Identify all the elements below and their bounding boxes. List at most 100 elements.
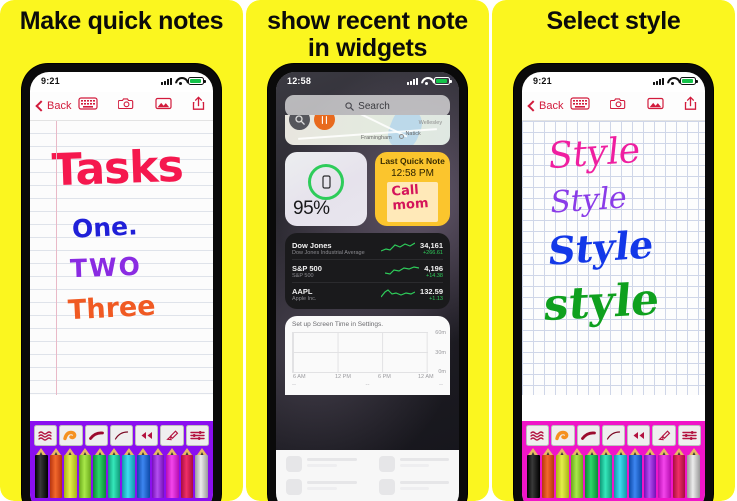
search-bar[interactable]: Search [285,95,450,117]
pencil-color-swatch[interactable] [570,448,585,498]
camera-icon[interactable] [117,97,135,115]
note-canvas[interactable]: Tasks One. TWO Three [30,121,213,395]
undo-icon[interactable] [135,425,159,446]
pencil-color-swatch[interactable] [628,448,643,498]
stock-sparkline [381,289,416,298]
widget-stack: Search Framingham Natick Wellesley 95% L… [276,95,459,395]
stock-symbol: Dow Jones [292,240,332,250]
color-pencil-tray [30,446,213,501]
pencil-color-swatch[interactable] [107,448,122,498]
battery-widget[interactable]: 95% [285,152,367,226]
map-label: Wellesley [418,120,443,126]
stock-symbol: AAPL [292,286,313,296]
settings-sliders-icon[interactable] [677,425,701,446]
pencil-color-swatch[interactable] [165,448,180,498]
pencil-color-swatch[interactable] [92,448,107,498]
placeholder-item [378,479,449,495]
pencil-color-swatch[interactable] [555,448,570,498]
pencil-color-swatch[interactable] [63,448,78,498]
pencil-color-swatch[interactable] [136,448,151,498]
undo-icon[interactable] [627,425,651,446]
stock-name-group: AAPL Apple Inc. [292,287,376,302]
maps-widget[interactable]: Framingham Natick Wellesley [285,115,450,145]
chart-y-label: 0m [438,369,446,375]
handwriting-stroke: Style [545,221,656,274]
stocks-widget[interactable]: Dow Jones Dow Jones Industrial Average 3… [285,233,450,309]
settings-sliders-icon[interactable] [185,425,209,446]
thick-curve-icon[interactable] [84,425,108,446]
pencil-color-swatch[interactable] [526,448,541,498]
dash-value: -- [292,382,296,388]
photo-icon[interactable] [155,97,172,115]
handwriting-stroke: Style [545,129,643,178]
photo-icon[interactable] [647,97,664,115]
handwriting-stroke: Style [547,180,630,221]
camera-icon[interactable] [609,97,627,115]
pencil-color-swatch[interactable] [49,448,64,498]
keyboard-icon[interactable] [570,97,590,115]
panel-headline: show recent note in widgets [267,7,468,62]
share-icon[interactable] [192,96,205,116]
eraser-brush-icon[interactable] [160,425,184,446]
pencil-color-swatch[interactable] [194,448,209,498]
brush-stroke-icon[interactable] [59,425,83,446]
stock-name-group: S&P 500 S&P 500 [292,264,380,279]
nav-tool-group [78,92,205,120]
keyboard-icon[interactable] [78,97,98,115]
battery-icon [680,77,698,85]
wavy-lines-icon[interactable] [34,425,58,446]
eraser-brush-icon[interactable] [652,425,676,446]
pencil-color-swatch[interactable] [599,448,614,498]
stock-sparkline [385,266,420,275]
note-widget-title: Last Quick Note [380,156,445,166]
brush-stroke-icon[interactable] [551,425,575,446]
note-widget-time: 12:58 PM [391,168,434,179]
last-quick-note-widget[interactable]: Last Quick Note 12:58 PM Call mom [375,152,450,226]
note-canvas[interactable]: Style Style Style style [522,121,705,395]
stock-row: AAPL Apple Inc. 132.59 +1.13 [292,283,443,305]
pencil-color-swatch[interactable] [672,448,687,498]
pencil-color-swatch[interactable] [657,448,672,498]
tool-button-row [30,421,213,446]
stock-name-group: Dow Jones Dow Jones Industrial Average [292,241,376,256]
battery-percentage: 95% [293,198,330,219]
status-indicators [161,77,206,85]
screen-time-chart [292,332,428,373]
pencil-color-swatch[interactable] [34,448,49,498]
search-placeholder: Search [358,100,390,112]
pencil-color-swatch[interactable] [686,448,701,498]
share-icon[interactable] [684,96,697,116]
screen-time-widget[interactable]: Set up Screen Time in Settings. 60m 30m … [285,316,450,395]
pencil-color-swatch[interactable] [584,448,599,498]
stock-symbol: S&P 500 [292,263,322,273]
pencil-color-swatch[interactable] [643,448,658,498]
thick-curve-icon[interactable] [576,425,600,446]
status-indicators [653,77,698,85]
pencil-color-swatch[interactable] [541,448,556,498]
status-time: 9:21 [533,76,552,86]
nav-tool-group [570,92,697,120]
pencil-color-swatch[interactable] [151,448,166,498]
thin-curve-icon[interactable] [601,425,626,446]
handwriting-stroke: Three [67,290,157,327]
app-store-screenshot-gallery: Make quick notes 9:21 Back Tasks One. TW… [0,0,737,501]
wavy-lines-icon[interactable] [526,425,550,446]
pencil-color-swatch[interactable] [613,448,628,498]
screen-time-title: Set up Screen Time in Settings. [292,321,384,328]
back-button[interactable]: Back [527,100,563,112]
map-search-button[interactable] [289,115,310,130]
search-icon [345,101,354,111]
pencil-color-swatch[interactable] [78,448,93,498]
back-button[interactable]: Back [35,100,71,112]
screenshot-panel-select-style: Select style 9:21 Back Style Style Style… [492,0,735,501]
battery-ring [308,164,344,200]
pencil-color-swatch[interactable] [180,448,195,498]
map-food-button[interactable] [314,115,335,130]
note-widget-handwriting: Call mom [391,182,429,214]
thin-curve-icon[interactable] [109,425,134,446]
pencil-color-swatch[interactable] [121,448,136,498]
wifi-icon [421,77,431,85]
cellular-signal-icon [653,77,664,85]
stock-value-group: 4,196 +14.38 [424,264,443,279]
status-indicators [407,77,452,85]
